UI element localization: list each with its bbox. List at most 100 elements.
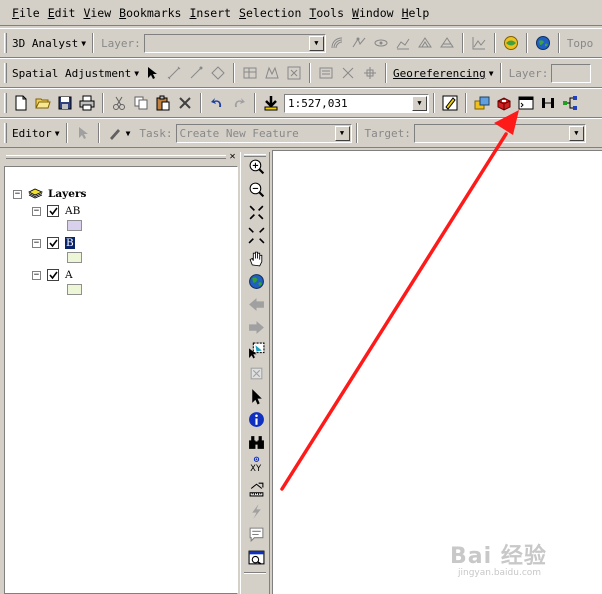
line-of-sight-icon[interactable]: [370, 32, 392, 54]
layer-name[interactable]: AB: [65, 205, 80, 217]
edge-match-icon[interactable]: [337, 62, 359, 84]
delete-icon[interactable]: [174, 92, 196, 114]
arcscene-icon[interactable]: [500, 32, 522, 54]
undo-icon[interactable]: [206, 92, 228, 114]
create-viewer-window-icon[interactable]: [246, 547, 266, 567]
edit-tool-icon[interactable]: [72, 122, 94, 144]
3d-profile-icon[interactable]: [414, 32, 436, 54]
add-control-points-icon[interactable]: [359, 62, 381, 84]
layer-name-selected[interactable]: B: [65, 237, 75, 249]
tree-layer-a[interactable]: − A: [32, 268, 73, 282]
attribute-transfer-icon[interactable]: [315, 62, 337, 84]
toolbar-3d-analyst: 3D Analyst ▼ Layer: ▼ Topo: [0, 28, 602, 58]
zoom-out-icon[interactable]: [246, 179, 266, 199]
menu-bookmarks[interactable]: Bookmarks: [115, 6, 185, 20]
editor-toolbar-icon[interactable]: [439, 92, 461, 114]
clear-selection-icon[interactable]: [246, 363, 266, 383]
contour-icon[interactable]: [326, 32, 348, 54]
new-document-icon[interactable]: [10, 92, 32, 114]
layer-symbol-swatch[interactable]: [67, 252, 82, 263]
toolbar-grip[interactable]: [4, 63, 7, 83]
hyperlink-lightning-icon[interactable]: [246, 501, 266, 521]
close-icon[interactable]: ✕: [227, 152, 238, 163]
arccatalog-icon[interactable]: [471, 92, 493, 114]
link-table-icon[interactable]: [239, 62, 261, 84]
command-line-icon[interactable]: [515, 92, 537, 114]
forward-arrow-icon[interactable]: [246, 317, 266, 337]
steepest-path-icon[interactable]: [348, 32, 370, 54]
toolbar-grip[interactable]: [4, 123, 7, 143]
georeferencing-menu[interactable]: Georeferencing ▼: [391, 67, 496, 80]
toolbar-grip[interactable]: [4, 93, 7, 113]
redo-icon[interactable]: [228, 92, 250, 114]
menu-file[interactable]: File: [8, 6, 44, 20]
model-builder-icon[interactable]: [537, 92, 559, 114]
toolbar-grip[interactable]: [4, 33, 7, 53]
map-display[interactable]: [272, 150, 602, 594]
graph-icon[interactable]: [468, 32, 490, 54]
full-extent-globe-icon[interactable]: [246, 271, 266, 291]
map-scale-combo[interactable]: 1:527,031 ▼: [284, 93, 429, 113]
collapse-icon[interactable]: −: [32, 206, 41, 216]
select-elements-arrow-icon[interactable]: [246, 386, 266, 406]
identify-icon[interactable]: [246, 409, 266, 429]
fixed-zoom-out-icon[interactable]: [246, 225, 266, 245]
clear-limited-area-icon[interactable]: [283, 62, 305, 84]
tree-layer-ab[interactable]: − AB: [32, 204, 80, 218]
sketch-tool-dropdown[interactable]: ▼: [126, 129, 131, 138]
layer-symbol-swatch[interactable]: [67, 284, 82, 295]
measure-icon[interactable]: [246, 478, 266, 498]
task-combo[interactable]: Create New Feature ▼: [175, 123, 352, 143]
tree-layer-b[interactable]: − B: [32, 236, 75, 250]
find-binoculars-icon[interactable]: [246, 432, 266, 452]
sketch-tool-icon[interactable]: [104, 122, 126, 144]
menu-tools[interactable]: Tools: [305, 6, 348, 20]
layer-visibility-checkbox[interactable]: [47, 237, 59, 249]
save-icon[interactable]: [54, 92, 76, 114]
fixed-zoom-in-icon[interactable]: [246, 202, 266, 222]
layer-visibility-checkbox[interactable]: [47, 205, 59, 217]
target-combo[interactable]: ▼: [413, 123, 586, 143]
toc-title-bar[interactable]: ✕: [4, 152, 240, 164]
menu-insert[interactable]: Insert: [185, 6, 235, 20]
menu-help[interactable]: Help: [398, 6, 434, 20]
editor-menu[interactable]: Editor ▼: [10, 127, 62, 140]
profile-graph-icon[interactable]: [392, 32, 414, 54]
layer-symbol-swatch[interactable]: [67, 220, 82, 231]
new-displacement-link-icon[interactable]: [163, 62, 185, 84]
menu-view[interactable]: View: [79, 6, 115, 20]
select-features-icon[interactable]: [246, 340, 266, 360]
select-elements-icon[interactable]: [141, 62, 163, 84]
go-to-xy-icon[interactable]: XY: [246, 453, 266, 473]
print-icon[interactable]: [76, 92, 98, 114]
open-folder-icon[interactable]: [32, 92, 54, 114]
add-data-icon[interactable]: [260, 92, 282, 114]
menu-selection[interactable]: Selection: [235, 6, 305, 20]
spatial-adjustment-menu[interactable]: Spatial Adjustment ▼: [10, 67, 141, 80]
collapse-icon[interactable]: −: [32, 270, 41, 280]
3d-surface-icon[interactable]: [436, 32, 458, 54]
arcglobe-icon[interactable]: [532, 32, 554, 54]
tree-root-layers[interactable]: − Layers: [13, 187, 86, 201]
georef-layer-combo[interactable]: [551, 63, 592, 83]
copy-icon[interactable]: [130, 92, 152, 114]
layer-name[interactable]: A: [65, 269, 73, 281]
multiple-links-icon[interactable]: [207, 62, 229, 84]
menu-edit[interactable]: Edit: [44, 6, 80, 20]
new-limited-area-icon[interactable]: [261, 62, 283, 84]
html-popup-icon[interactable]: [246, 524, 266, 544]
layer-visibility-checkbox[interactable]: [47, 269, 59, 281]
back-arrow-icon[interactable]: [246, 294, 266, 314]
paste-icon[interactable]: [152, 92, 174, 114]
menu-window[interactable]: Window: [348, 6, 398, 20]
modify-link-icon[interactable]: [185, 62, 207, 84]
collapse-icon[interactable]: −: [32, 238, 41, 248]
network-icon[interactable]: [559, 92, 581, 114]
pan-hand-icon[interactable]: [246, 248, 266, 268]
zoom-in-icon[interactable]: [246, 156, 266, 176]
collapse-icon[interactable]: −: [13, 189, 22, 199]
cut-icon[interactable]: [108, 92, 130, 114]
3d-layer-combo[interactable]: ▼: [143, 33, 326, 53]
3d-analyst-menu[interactable]: 3D Analyst ▼: [10, 37, 88, 50]
arctoolbox-icon[interactable]: [493, 92, 515, 114]
